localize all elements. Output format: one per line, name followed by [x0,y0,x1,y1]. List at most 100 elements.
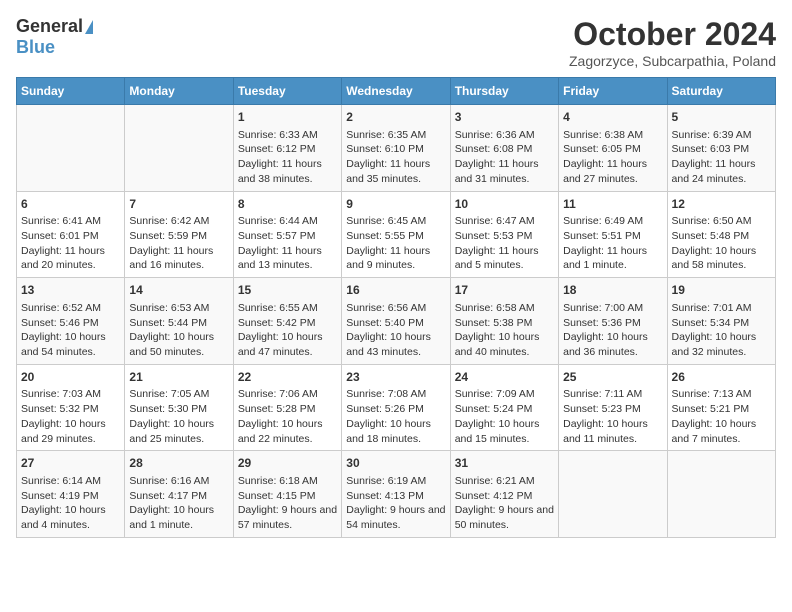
day-info-text: Sunrise: 7:13 AM [672,387,771,402]
header-day-sunday: Sunday [17,78,125,105]
page-header: General Blue October 2024 Zagorzyce, Sub… [16,16,776,69]
calendar-cell: 28Sunrise: 6:16 AMSunset: 4:17 PMDayligh… [125,451,233,538]
title-section: October 2024 Zagorzyce, Subcarpathia, Po… [569,16,776,69]
day-info-text: Sunrise: 6:38 AM [563,128,662,143]
day-info-text: Sunset: 5:48 PM [672,229,771,244]
day-info-text: Sunrise: 6:55 AM [238,301,337,316]
day-info-text: Daylight: 11 hours and 1 minute. [563,244,662,273]
day-info-text: Sunrise: 6:45 AM [346,214,445,229]
day-info-text: Daylight: 10 hours and 58 minutes. [672,244,771,273]
day-info-text: Sunset: 5:40 PM [346,316,445,331]
day-info-text: Sunset: 5:24 PM [455,402,554,417]
day-info-text: Sunrise: 7:05 AM [129,387,228,402]
day-number: 23 [346,369,445,386]
day-info-text: Sunset: 5:28 PM [238,402,337,417]
day-info-text: Sunrise: 6:53 AM [129,301,228,316]
day-number: 13 [21,282,120,299]
day-number: 26 [672,369,771,386]
day-info-text: Sunrise: 6:47 AM [455,214,554,229]
calendar-cell: 16Sunrise: 6:56 AMSunset: 5:40 PMDayligh… [342,278,450,365]
day-number: 14 [129,282,228,299]
logo: General Blue [16,16,93,58]
day-info-text: Sunrise: 7:11 AM [563,387,662,402]
day-info-text: Daylight: 10 hours and 43 minutes. [346,330,445,359]
day-info-text: Daylight: 10 hours and 25 minutes. [129,417,228,446]
day-info-text: Sunset: 6:03 PM [672,142,771,157]
day-number: 9 [346,196,445,213]
day-info-text: Sunset: 5:44 PM [129,316,228,331]
day-number: 2 [346,109,445,126]
day-number: 27 [21,455,120,472]
day-number: 11 [563,196,662,213]
calendar-cell: 24Sunrise: 7:09 AMSunset: 5:24 PMDayligh… [450,364,558,451]
day-info-text: Daylight: 11 hours and 24 minutes. [672,157,771,186]
calendar-cell: 20Sunrise: 7:03 AMSunset: 5:32 PMDayligh… [17,364,125,451]
header-day-saturday: Saturday [667,78,775,105]
day-number: 25 [563,369,662,386]
header-row: SundayMondayTuesdayWednesdayThursdayFrid… [17,78,776,105]
day-number: 1 [238,109,337,126]
calendar-cell: 13 Sunrise: 6:52 AMSunset: 5:46 PMDayligh… [17,278,125,365]
calendar-cell: 9Sunrise: 6:45 AMSunset: 5:55 PMDaylight… [342,191,450,278]
day-info-text: Sunrise: 6:52 AM [21,301,120,316]
day-info-text: Sunrise: 6:18 AM [238,474,337,489]
calendar-week-4: 27 Sunrise: 6:14 AMSunset: 4:19 PM Dayligh… [17,451,776,538]
day-info-text: Daylight: 11 hours and 20 minutes. [21,244,120,273]
day-info-text: Sunset: 6:08 PM [455,142,554,157]
location-text: Zagorzyce, Subcarpathia, Poland [569,53,776,69]
day-number: 30 [346,455,445,472]
day-number: 12 [672,196,771,213]
header-day-thursday: Thursday [450,78,558,105]
calendar-cell: 25Sunrise: 7:11 AMSunset: 5:23 PMDayligh… [559,364,667,451]
day-info-text: Daylight: 10 hours and 22 minutes. [238,417,337,446]
day-info-text: Daylight: 10 hours and 15 minutes. [455,417,554,446]
day-number: 20 [21,369,120,386]
day-number: 31 [455,455,554,472]
logo-triangle-icon [85,20,93,34]
calendar-cell: 12Sunrise: 6:50 AMSunset: 5:48 PMDayligh… [667,191,775,278]
calendar-cell: 4Sunrise: 6:38 AMSunset: 6:05 PMDaylight… [559,105,667,192]
day-info-text: Sunrise: 6:35 AM [346,128,445,143]
calendar-cell: 23Sunrise: 7:08 AMSunset: 5:26 PMDayligh… [342,364,450,451]
day-info-text: Sunset: 5:53 PM [455,229,554,244]
day-info-text: Daylight: 10 hours and 54 minutes. [21,330,120,359]
calendar-week-1: 6Sunrise: 6:41 AMSunset: 6:01 PMDaylight… [17,191,776,278]
day-info-text: Sunrise: 6:44 AM [238,214,337,229]
day-number: 19 [672,282,771,299]
calendar-cell: 8Sunrise: 6:44 AMSunset: 5:57 PMDaylight… [233,191,341,278]
day-info-text: Daylight: 10 hours and 7 minutes. [672,417,771,446]
calendar-cell: 30Sunrise: 6:19 AMSunset: 4:13 PMDayligh… [342,451,450,538]
day-info-text: Sunset: 5:46 PM [21,316,120,331]
day-info-text: Sunrise: 6:42 AM [129,214,228,229]
calendar-cell: 14Sunrise: 6:53 AMSunset: 5:44 PMDayligh… [125,278,233,365]
calendar-cell: 3Sunrise: 6:36 AMSunset: 6:08 PMDaylight… [450,105,558,192]
day-info-text: Sunset: 5:21 PM [672,402,771,417]
day-number: 10 [455,196,554,213]
calendar-cell: 22Sunrise: 7:06 AMSunset: 5:28 PMDayligh… [233,364,341,451]
calendar-cell: 31Sunrise: 6:21 AMSunset: 4:12 PMDayligh… [450,451,558,538]
day-info-text: Sunset: 4:19 PM [21,489,120,504]
calendar-cell: 10Sunrise: 6:47 AMSunset: 5:53 PMDayligh… [450,191,558,278]
calendar-week-3: 20Sunrise: 7:03 AMSunset: 5:32 PMDayligh… [17,364,776,451]
day-info-text: Sunset: 5:23 PM [563,402,662,417]
day-info-text: Sunrise: 6:39 AM [672,128,771,143]
day-info-text: Sunset: 6:10 PM [346,142,445,157]
day-info-text: Sunset: 4:15 PM [238,489,337,504]
day-info-text: Sunset: 5:59 PM [129,229,228,244]
day-info-text: Daylight: 11 hours and 38 minutes. [238,157,337,186]
logo-general-text: General [16,16,83,37]
day-info-text: Sunrise: 7:09 AM [455,387,554,402]
calendar-cell: 27Sunrise: 6:14 AMSunset: 4:19 PMDayligh… [17,451,125,538]
header-day-friday: Friday [559,78,667,105]
calendar-cell: 19Sunrise: 7:01 AMSunset: 5:34 PMDayligh… [667,278,775,365]
day-info-text: Sunset: 4:17 PM [129,489,228,504]
day-info-text: Daylight: 10 hours and 11 minutes. [563,417,662,446]
day-info-text: Sunset: 4:12 PM [455,489,554,504]
day-info-text: Daylight: 10 hours and 18 minutes. [346,417,445,446]
day-info-text: Daylight: 9 hours and 57 minutes. [238,503,337,532]
day-info-text: Sunrise: 6:14 AM [21,474,120,489]
day-number: 5 [672,109,771,126]
day-number: 18 [563,282,662,299]
day-info-text: Sunset: 5:30 PM [129,402,228,417]
calendar-week-2: 13Sunrise: 6:52 AMSunset: 5:46 PMDayligh… [17,278,776,365]
